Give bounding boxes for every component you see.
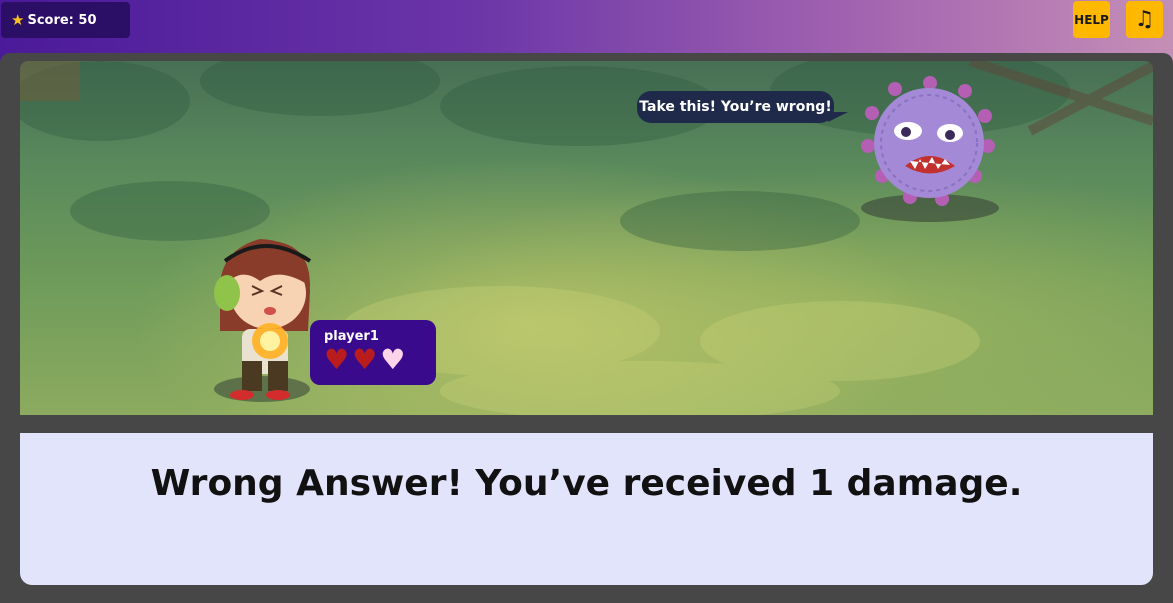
score-label: Score: 50 [27, 12, 97, 28]
music-note-icon: ♫ [1134, 7, 1155, 32]
score-display: ★ Score: 50 [1, 2, 130, 38]
scene-background [20, 61, 1153, 415]
player-hearts: ♥ ♥ ♥ [324, 346, 436, 374]
top-bar: ★ Score: 50 HELP ♫ [0, 0, 1173, 52]
heart-icon-empty: ♥ [380, 343, 406, 376]
feedback-message: Wrong Answer! You’ve received 1 damage. [150, 463, 1023, 504]
player-name: player1 [324, 329, 379, 344]
player-status-card: player1 ♥ ♥ ♥ [310, 320, 436, 385]
player-character [214, 239, 312, 400]
battle-scene: Take this! You’re wrong! player1 ♥ ♥ ♥ [20, 61, 1153, 415]
enemy-shadow [861, 194, 999, 222]
speech-bubble-tail [828, 112, 848, 122]
star-icon: ★ [11, 11, 25, 29]
help-button[interactable]: HELP [1073, 1, 1110, 38]
enemy-speech-bubble: Take this! You’re wrong! [637, 91, 834, 123]
music-toggle-button[interactable]: ♫ [1126, 1, 1163, 38]
heart-icon-full: ♥ [324, 343, 350, 376]
feedback-panel: Wrong Answer! You’ve received 1 damage. [20, 433, 1153, 585]
heart-icon-full: ♥ [352, 343, 378, 376]
